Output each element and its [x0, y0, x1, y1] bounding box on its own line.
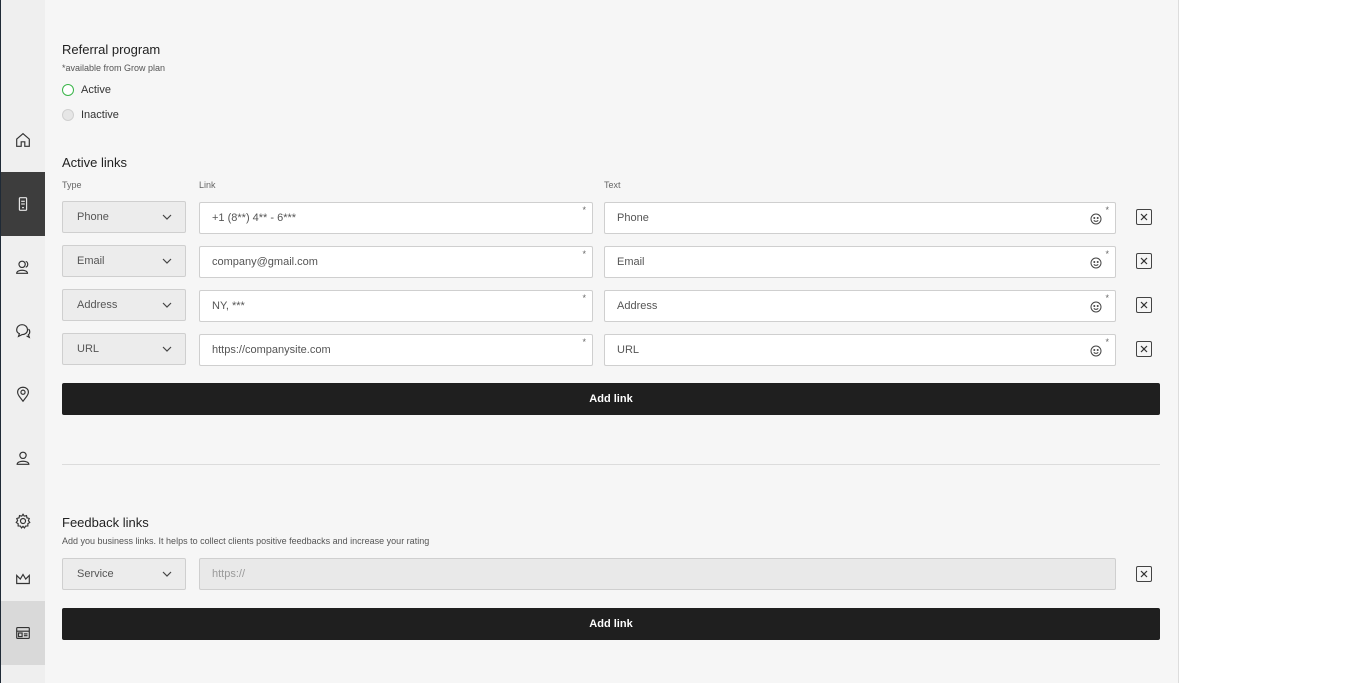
emoji-icon[interactable]: [1090, 257, 1102, 269]
text-input-value: Email: [617, 256, 645, 268]
close-icon: [1140, 345, 1148, 353]
home-icon: [16, 132, 30, 147]
nav-messages[interactable]: [1, 299, 45, 363]
required-mark: *: [1105, 337, 1109, 347]
section-divider: [62, 464, 1160, 465]
add-feedback-link-button[interactable]: Add link: [62, 608, 1160, 640]
device-icon: [18, 197, 28, 211]
text-input[interactable]: Email *: [604, 246, 1116, 278]
emoji-icon[interactable]: [1090, 301, 1102, 313]
text-input-value: Address: [617, 300, 658, 312]
feedback-type-value: Service: [77, 568, 114, 580]
remove-feedback-button[interactable]: [1136, 566, 1152, 582]
chevron-down-icon: [162, 214, 172, 220]
emoji-icon[interactable]: [1090, 213, 1102, 225]
chevron-down-icon: [162, 346, 172, 352]
type-select-value: Phone: [77, 211, 109, 223]
text-input-value: URL: [617, 344, 640, 356]
chevron-down-icon: [162, 571, 172, 577]
close-icon: [1140, 570, 1148, 578]
required-mark: *: [1105, 293, 1109, 303]
text-input[interactable]: Address *: [604, 290, 1116, 322]
referral-note: *available from Grow plan: [62, 63, 166, 73]
nav-device[interactable]: [1, 172, 45, 236]
nav-settings[interactable]: [1, 489, 45, 553]
required-mark: *: [582, 337, 586, 347]
remove-row-button[interactable]: [1136, 297, 1152, 313]
text-input-value: Phone: [617, 212, 649, 224]
link-input-value: company@gmail.com: [212, 256, 318, 268]
location-pin-icon: [17, 386, 29, 403]
type-select-value: Email: [77, 255, 105, 267]
required-mark: *: [582, 205, 586, 215]
type-select[interactable]: Email: [62, 245, 186, 277]
feedback-url-input[interactable]: https://: [199, 558, 1116, 590]
feedback-type-select[interactable]: Service: [62, 558, 186, 590]
type-select[interactable]: Phone: [62, 201, 186, 233]
radio-active[interactable]: Active: [62, 84, 111, 96]
chat-icon: [16, 324, 31, 339]
type-select[interactable]: Address: [62, 289, 186, 321]
link-input-value: NY, ***: [212, 300, 245, 312]
chevron-down-icon: [162, 302, 172, 308]
nav-profile[interactable]: [1, 426, 45, 490]
nav-home[interactable]: [1, 108, 45, 172]
link-input[interactable]: NY, *** *: [199, 290, 593, 322]
type-select-value: Address: [77, 299, 118, 311]
remove-row-button[interactable]: [1136, 209, 1152, 225]
link-input-value: https://companysite.com: [212, 344, 331, 356]
sidebar: [0, 0, 45, 683]
radio-active-circle[interactable]: [62, 84, 74, 96]
close-icon: [1140, 301, 1148, 309]
type-select-value: URL: [77, 343, 100, 355]
chevron-down-icon: [162, 258, 172, 264]
link-input[interactable]: company@gmail.com *: [199, 246, 593, 278]
nav-store[interactable]: [1, 601, 45, 665]
column-text-label: Text: [604, 180, 621, 190]
link-input-value: +1 (8**) 4** - 6***: [212, 212, 297, 224]
gear-icon: [15, 513, 31, 529]
main-content: Referral program *available from Grow pl…: [45, 0, 1179, 683]
active-links-title: Active links: [62, 155, 128, 170]
column-link-label: Link: [199, 180, 216, 190]
user-icon: [16, 451, 30, 465]
add-link-button[interactable]: Add link: [62, 383, 1160, 415]
close-icon: [1140, 257, 1148, 265]
feedback-description: Add you business links. It helps to coll…: [62, 536, 430, 546]
feedback-url-placeholder: https://: [212, 568, 246, 580]
radio-active-label: Active: [81, 84, 111, 96]
link-input[interactable]: https://companysite.com *: [199, 334, 593, 366]
radio-inactive[interactable]: Inactive: [62, 109, 119, 121]
remove-row-button[interactable]: [1136, 341, 1152, 357]
required-mark: *: [582, 293, 586, 303]
nav-clients[interactable]: [1, 235, 45, 299]
type-select[interactable]: URL: [62, 333, 186, 365]
store-icon: [16, 627, 30, 639]
referral-title: Referral program: [62, 42, 161, 57]
users-icon: [16, 260, 29, 274]
required-mark: *: [1105, 205, 1109, 215]
emoji-icon[interactable]: [1090, 345, 1102, 357]
close-icon: [1140, 213, 1148, 221]
radio-inactive-label: Inactive: [81, 109, 119, 121]
text-input[interactable]: URL *: [604, 334, 1116, 366]
required-mark: *: [582, 249, 586, 259]
radio-inactive-circle[interactable]: [62, 109, 74, 121]
required-mark: *: [1105, 249, 1109, 259]
feedback-title: Feedback links: [62, 515, 149, 530]
link-input[interactable]: +1 (8**) 4** - 6*** *: [199, 202, 593, 234]
crown-icon: [16, 573, 30, 585]
column-type-label: Type: [62, 180, 82, 190]
text-input[interactable]: Phone *: [604, 202, 1116, 234]
nav-locations[interactable]: [1, 362, 45, 426]
remove-row-button[interactable]: [1136, 253, 1152, 269]
